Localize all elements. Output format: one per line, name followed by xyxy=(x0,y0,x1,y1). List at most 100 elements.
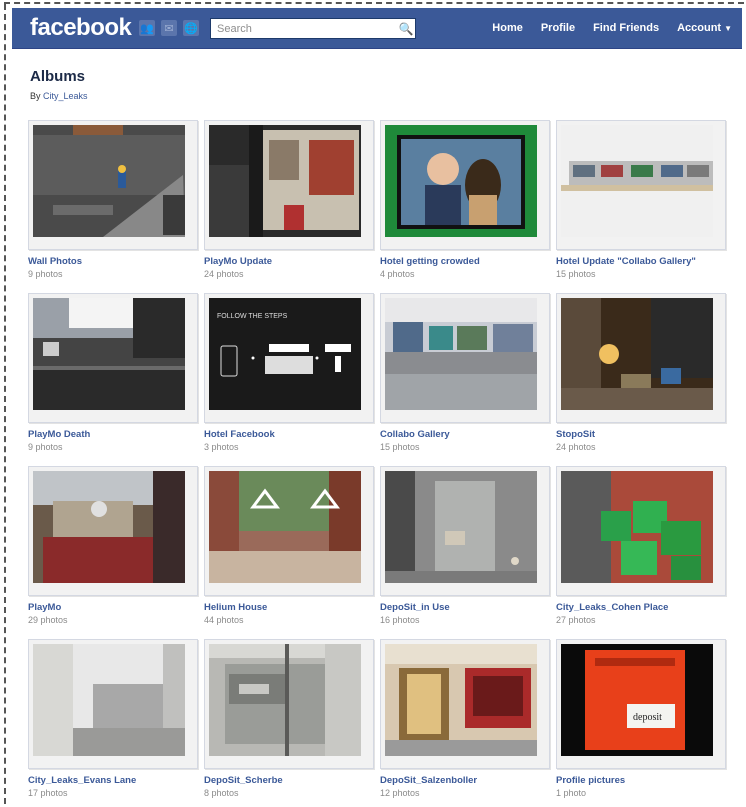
album-thumbnail[interactable] xyxy=(556,293,726,423)
album-cover-image xyxy=(33,125,185,237)
album-cover-image xyxy=(561,125,713,237)
owner-link[interactable]: City_Leaks xyxy=(43,91,88,101)
album-cover-image xyxy=(209,471,361,583)
nav-home[interactable]: Home xyxy=(492,22,523,34)
album-title-link[interactable]: DepoSit_in Use xyxy=(380,602,548,613)
search-icon[interactable]: 🔍 xyxy=(398,21,414,37)
friend-requests-icon[interactable]: 👥 xyxy=(139,20,155,36)
album-cover-image xyxy=(561,471,713,583)
album-photo-count: 17 photos xyxy=(28,788,68,798)
svg-text:FOLLOW THE STEPS: FOLLOW THE STEPS xyxy=(217,313,288,320)
messages-icon[interactable]: ✉ xyxy=(161,20,177,36)
album-title-link[interactable]: PlayMo xyxy=(28,602,196,613)
album-photo-count: 8 photos xyxy=(204,788,239,798)
album-card[interactable]: PlayMo Update 24 photos xyxy=(204,120,374,279)
album-thumbnail[interactable] xyxy=(380,293,550,423)
album-card[interactable]: City_Leaks_Evans Lane 17 photos xyxy=(28,639,198,798)
album-thumbnail[interactable] xyxy=(28,466,198,596)
album-title-link[interactable]: City_Leaks_Cohen Place xyxy=(556,602,724,613)
album-thumbnail[interactable] xyxy=(556,120,726,250)
album-thumbnail[interactable] xyxy=(204,466,374,596)
album-cover-image xyxy=(33,298,185,410)
album-thumbnail[interactable] xyxy=(204,639,374,769)
byline: By City_Leaks xyxy=(30,91,88,101)
album-title-link[interactable]: PlayMo Update xyxy=(204,256,372,267)
album-title-link[interactable]: PlayMo Death xyxy=(28,429,196,440)
album-card[interactable]: DepoSit_Scherbe 8 photos xyxy=(204,639,374,798)
album-photo-count: 24 photos xyxy=(556,442,596,452)
nav-find-friends[interactable]: Find Friends xyxy=(593,22,659,34)
album-thumbnail[interactable] xyxy=(28,293,198,423)
album-thumbnail[interactable]: deposit xyxy=(556,639,726,769)
album-cover-image xyxy=(385,471,537,583)
album-photo-count: 15 photos xyxy=(556,269,596,279)
album-cover-image xyxy=(209,644,361,756)
album-card[interactable]: PlayMo Death 9 photos xyxy=(28,293,198,452)
album-thumbnail[interactable] xyxy=(380,639,550,769)
album-thumbnail[interactable] xyxy=(556,466,726,596)
album-cover-image xyxy=(33,644,185,756)
page-title: Albums xyxy=(30,68,86,85)
album-card[interactable]: Hotel Update "Collabo Gallery" 15 photos xyxy=(556,120,726,279)
album-title-link[interactable]: DepoSit_Salzenboller xyxy=(380,775,548,786)
album-cover-image xyxy=(561,298,713,410)
album-cover-image xyxy=(385,125,537,237)
top-bar: facebook 👥 ✉ 🌐 🔍 Home Profile Find Frien… xyxy=(12,8,742,49)
frame-border-left xyxy=(4,4,6,804)
album-cover-image: deposit xyxy=(561,644,713,756)
album-photo-count: 16 photos xyxy=(380,615,420,625)
album-card[interactable]: deposit Profile pictures 1 photo xyxy=(556,639,726,798)
album-cover-image xyxy=(209,125,361,237)
album-title-link[interactable]: Hotel getting crowded xyxy=(380,256,548,267)
album-title-link[interactable]: Wall Photos xyxy=(28,256,196,267)
album-card[interactable]: Wall Photos 9 photos xyxy=(28,120,198,279)
album-title-link[interactable]: Profile pictures xyxy=(556,775,724,786)
album-thumbnail[interactable] xyxy=(28,120,198,250)
album-card[interactable]: Collabo Gallery 15 photos xyxy=(380,293,550,452)
album-title-link[interactable]: Collabo Gallery xyxy=(380,429,548,440)
notification-jewels: 👥 ✉ 🌐 xyxy=(139,20,199,36)
album-title-link[interactable]: Hotel Update "Collabo Gallery" xyxy=(556,256,724,267)
album-title-link[interactable]: DepoSit_Scherbe xyxy=(204,775,372,786)
album-thumbnail[interactable] xyxy=(380,120,550,250)
album-photo-count: 27 photos xyxy=(556,615,596,625)
frame-border-top xyxy=(4,2,744,4)
album-card[interactable]: DepoSit_Salzenboller 12 photos xyxy=(380,639,550,798)
notifications-icon[interactable]: 🌐 xyxy=(183,20,199,36)
album-photo-count: 3 photos xyxy=(204,442,239,452)
album-photo-count: 9 photos xyxy=(28,442,63,452)
top-nav: Home Profile Find Friends Account ▼ xyxy=(492,22,732,34)
album-title-link[interactable]: Hotel Facebook xyxy=(204,429,372,440)
nav-account[interactable]: Account ▼ xyxy=(677,22,732,34)
album-cover-image xyxy=(385,298,537,410)
album-card[interactable]: DepoSit_in Use 16 photos xyxy=(380,466,550,625)
album-card[interactable]: PlayMo 29 photos xyxy=(28,466,198,625)
album-photo-count: 24 photos xyxy=(204,269,244,279)
album-card[interactable]: StopoSit 24 photos xyxy=(556,293,726,452)
album-title-link[interactable]: City_Leaks_Evans Lane xyxy=(28,775,196,786)
album-photo-count: 44 photos xyxy=(204,615,244,625)
album-thumbnail[interactable]: FOLLOW THE STEPS xyxy=(204,293,374,423)
album-title-link[interactable]: Helium House xyxy=(204,602,372,613)
nav-profile[interactable]: Profile xyxy=(541,22,575,34)
album-photo-count: 12 photos xyxy=(380,788,420,798)
album-photo-count: 15 photos xyxy=(380,442,420,452)
album-card[interactable]: Helium House 44 photos xyxy=(204,466,374,625)
album-cover-image: FOLLOW THE STEPS xyxy=(209,298,361,410)
byline-prefix: By xyxy=(30,91,44,101)
album-thumbnail[interactable] xyxy=(204,120,374,250)
album-card[interactable]: Hotel getting crowded 4 photos xyxy=(380,120,550,279)
album-photo-count: 29 photos xyxy=(28,615,68,625)
search-input[interactable] xyxy=(210,18,416,39)
album-title-link[interactable]: StopoSit xyxy=(556,429,724,440)
album-cover-image xyxy=(33,471,185,583)
facebook-logo[interactable]: facebook xyxy=(30,14,132,42)
nav-account-label: Account xyxy=(677,22,722,34)
album-card[interactable]: City_Leaks_Cohen Place 27 photos xyxy=(556,466,726,625)
album-thumbnail[interactable] xyxy=(380,466,550,596)
album-card[interactable]: FOLLOW THE STEPS Hotel Facebook 3 photos xyxy=(204,293,374,452)
album-photo-count: 1 photo xyxy=(556,788,587,798)
album-photo-count: 4 photos xyxy=(380,269,415,279)
album-thumbnail[interactable] xyxy=(28,639,198,769)
svg-text:deposit: deposit xyxy=(633,712,662,723)
